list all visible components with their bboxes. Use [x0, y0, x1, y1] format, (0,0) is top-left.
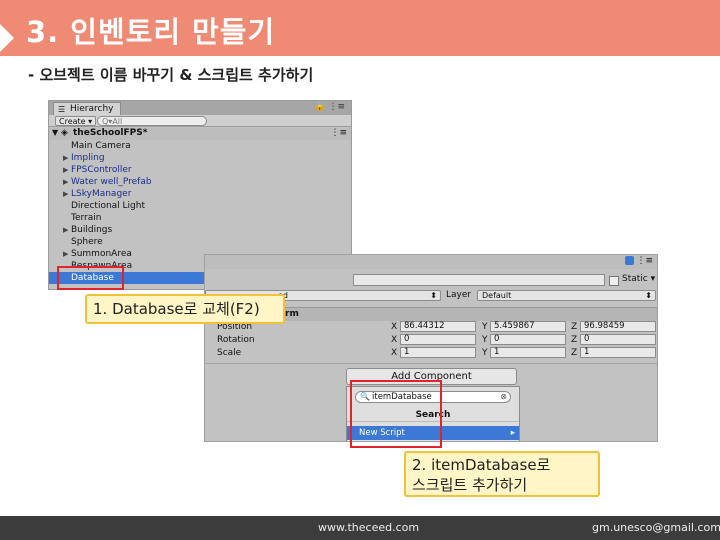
scale-z-label: Z: [571, 348, 578, 358]
position-x-label: X: [391, 322, 398, 332]
rotation-y-field[interactable]: 0: [490, 334, 566, 345]
callout-step-2-line-2: 스크립트 추가하기: [412, 476, 528, 494]
expand-arrow-icon[interactable]: ▶: [63, 188, 68, 200]
menu-icon[interactable]: ⋮≡: [328, 102, 345, 112]
scale-y-label: Y: [482, 348, 488, 358]
hierarchy-item-label: Buildings: [71, 225, 113, 235]
callout-step-1-text: 1. Database로 교체(F2): [93, 300, 260, 318]
help-icon[interactable]: [624, 256, 634, 265]
chevron-down-icon: ⬍: [430, 291, 437, 300]
list-icon: ☰: [58, 105, 66, 114]
hierarchy-item[interactable]: ▶ LSkyManager: [49, 188, 351, 200]
inspector-topbar: ⋮≡: [205, 255, 657, 269]
chevron-right-icon: ▸: [510, 428, 515, 438]
position-y-field[interactable]: 5.459867: [490, 321, 566, 332]
rotation-x-label: X: [391, 335, 398, 345]
position-z-field[interactable]: 96.98459: [580, 321, 656, 332]
hierarchy-item[interactable]: ▶ Buildings: [49, 224, 351, 236]
hierarchy-item-label: Sphere: [71, 237, 103, 247]
hierarchy-item[interactable]: ▶ Impling: [49, 152, 351, 164]
hierarchy-item[interactable]: Terrain: [49, 212, 351, 224]
scene-root-row[interactable]: ▼ ◈ theSchoolFPS* ⋮≡: [49, 128, 351, 140]
footer-email[interactable]: gm.unesco@gmail.com: [592, 521, 720, 534]
expand-arrow-icon[interactable]: ▶: [63, 248, 68, 260]
slide-subtitle: - 오브젝트 이름 바꾸기 & 스크립트 추가하기: [28, 66, 314, 84]
scale-x-field[interactable]: 1: [400, 347, 476, 358]
hierarchy-item-label: Main Camera: [71, 141, 131, 151]
layer-value: Default: [482, 291, 512, 300]
static-label[interactable]: Static ▾: [622, 274, 655, 284]
rotation-label: Rotation: [217, 335, 255, 345]
transform-title: rm: [285, 309, 299, 319]
layer-dropdown[interactable]: Default ⬍: [477, 290, 656, 301]
footer-website[interactable]: www.theceed.com: [318, 521, 419, 534]
callout-step-1: 1. Database로 교체(F2): [85, 294, 285, 324]
callout-step-2: 2. itemDatabase로 스크립트 추가하기: [404, 451, 600, 497]
hierarchy-item[interactable]: ▶ FPSController: [49, 164, 351, 176]
hierarchy-item-label: Impling: [71, 153, 105, 163]
scale-y-field[interactable]: 1: [490, 347, 566, 358]
hierarchy-item[interactable]: Main Camera: [49, 140, 351, 152]
tab-hierarchy-label: Hierarchy: [70, 104, 114, 114]
position-z-label: Z: [571, 322, 578, 332]
rotation-x-field[interactable]: 0: [400, 334, 476, 345]
lock-icon[interactable]: 🔒: [314, 102, 325, 112]
create-button[interactable]: Create ▾: [55, 116, 97, 126]
hierarchy-toolbar: Create ▾ Q▾All: [49, 115, 351, 127]
inspector-divider: [205, 363, 657, 364]
hierarchy-item[interactable]: ▶ Water well_Prefab: [49, 176, 351, 188]
static-checkbox[interactable]: [609, 276, 619, 286]
slide-header: 3. 인벤토리 만들기: [0, 0, 720, 56]
expand-arrow-icon[interactable]: ▶: [63, 224, 68, 236]
clear-search-icon[interactable]: ⊗: [500, 392, 507, 402]
expand-arrow-icon[interactable]: ▶: [63, 164, 68, 176]
rotation-z-label: Z: [571, 335, 578, 345]
scene-name: theSchoolFPS*: [73, 128, 148, 138]
collapse-arrow-icon[interactable]: ▼: [52, 128, 58, 137]
layer-label: Layer: [446, 290, 472, 300]
scale-x-label: X: [391, 348, 398, 358]
chevron-down-icon: ⬍: [645, 291, 652, 300]
hierarchy-item-label: Water well_Prefab: [71, 177, 152, 187]
search-highlight-box: [350, 380, 442, 448]
scene-menu-icon[interactable]: ⋮≡: [330, 128, 347, 138]
expand-arrow-icon[interactable]: ▶: [63, 176, 68, 188]
position-y-label: Y: [482, 322, 488, 332]
header-decoration: [0, 24, 14, 52]
hierarchy-item[interactable]: Directional Light: [49, 200, 351, 212]
object-name-field[interactable]: [353, 274, 605, 286]
menu-icon[interactable]: ⋮≡: [636, 256, 653, 266]
expand-arrow-icon[interactable]: ▶: [63, 152, 68, 164]
rotation-y-label: Y: [482, 335, 488, 345]
panel-options[interactable]: 🔒 ⋮≡: [314, 102, 345, 112]
tab-hierarchy[interactable]: ☰ Hierarchy: [53, 102, 121, 115]
hierarchy-item-label: FPSController: [71, 165, 132, 175]
hierarchy-item[interactable]: Sphere: [49, 236, 351, 248]
hierarchy-item-label: SummonArea: [71, 249, 132, 259]
position-x-field[interactable]: 86.44312: [400, 321, 476, 332]
database-highlight-box: [57, 266, 124, 290]
scale-label: Scale: [217, 348, 242, 358]
hierarchy-tabbar: ☰ Hierarchy 🔒 ⋮≡: [49, 101, 351, 115]
unity-logo-icon: ◈: [61, 128, 68, 138]
slide-title: 3. 인벤토리 만들기: [26, 15, 276, 49]
hierarchy-item-label: Directional Light: [71, 201, 145, 211]
scale-z-field[interactable]: 1: [580, 347, 656, 358]
rotation-z-field[interactable]: 0: [580, 334, 656, 345]
slide-footer: www.theceed.com gm.unesco@gmail.com: [0, 516, 720, 540]
hierarchy-item-label: LSkyManager: [71, 189, 132, 199]
hierarchy-search-input[interactable]: Q▾All: [97, 116, 207, 126]
hierarchy-item-label: Terrain: [71, 213, 102, 223]
callout-step-2-line-1: 2. itemDatabase로: [412, 456, 551, 474]
inspector-options[interactable]: ⋮≡: [624, 256, 653, 266]
